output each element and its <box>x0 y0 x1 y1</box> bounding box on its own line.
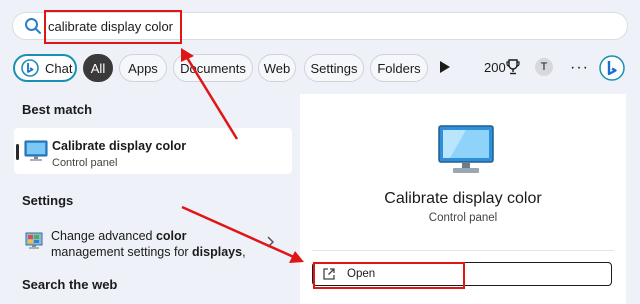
bing-chat-icon <box>21 59 39 77</box>
tab-apps-label: Apps <box>128 60 158 76</box>
divider <box>312 250 614 251</box>
settings-result-text-1: Change advanced <box>51 229 156 243</box>
avatar-initial: T <box>540 61 548 73</box>
best-match-subtitle: Control panel <box>52 157 118 169</box>
chevron-right-icon[interactable] <box>266 236 274 248</box>
color-management-icon <box>25 232 43 249</box>
tab-settings-label: Settings <box>310 60 358 76</box>
search-web-heading: Search the web <box>22 277 118 292</box>
best-match-heading: Best match <box>22 102 93 117</box>
tab-web-label: Web <box>263 60 291 76</box>
bing-icon[interactable] <box>599 55 625 81</box>
selection-indicator <box>16 144 19 160</box>
tab-web[interactable]: Web <box>258 54 296 82</box>
best-match-title: Calibrate display color <box>52 139 187 153</box>
tab-documents-label: Documents <box>180 60 246 76</box>
settings-result-text-2: management settings for <box>51 245 193 259</box>
settings-result-bold-2: displays <box>192 245 243 259</box>
settings-result-bold-1: color <box>155 229 187 243</box>
tab-chat[interactable]: Chat <box>13 54 77 82</box>
tab-settings[interactable]: Settings <box>304 54 364 82</box>
more-options-icon[interactable]: ··· <box>570 59 589 77</box>
detail-subtitle: Control panel <box>428 212 498 224</box>
tab-all-label: All <box>90 60 106 76</box>
play-icon[interactable] <box>439 60 451 74</box>
search-icon <box>25 18 41 34</box>
settings-result-text-3: , <box>242 245 246 259</box>
tab-documents[interactable]: Documents <box>173 54 253 82</box>
settings-heading: Settings <box>22 193 74 208</box>
tab-chat-label: Chat <box>45 60 73 76</box>
monitor-icon <box>24 140 48 161</box>
rewards-count[interactable]: 200 <box>484 60 506 75</box>
detail-title: Calibrate display color <box>384 190 542 207</box>
tab-folders[interactable]: Folders <box>370 54 428 82</box>
settings-result-text[interactable]: Change advanced color management setting… <box>51 228 256 260</box>
avatar[interactable]: T <box>535 58 553 76</box>
monitor-icon <box>438 125 494 173</box>
tab-apps[interactable]: Apps <box>119 54 167 82</box>
tab-folders-label: Folders <box>377 60 421 76</box>
tab-all[interactable]: All <box>83 54 113 82</box>
annotation-highlight-open <box>313 262 465 289</box>
trophy-icon[interactable] <box>506 59 520 75</box>
annotation-highlight-search <box>44 10 182 44</box>
